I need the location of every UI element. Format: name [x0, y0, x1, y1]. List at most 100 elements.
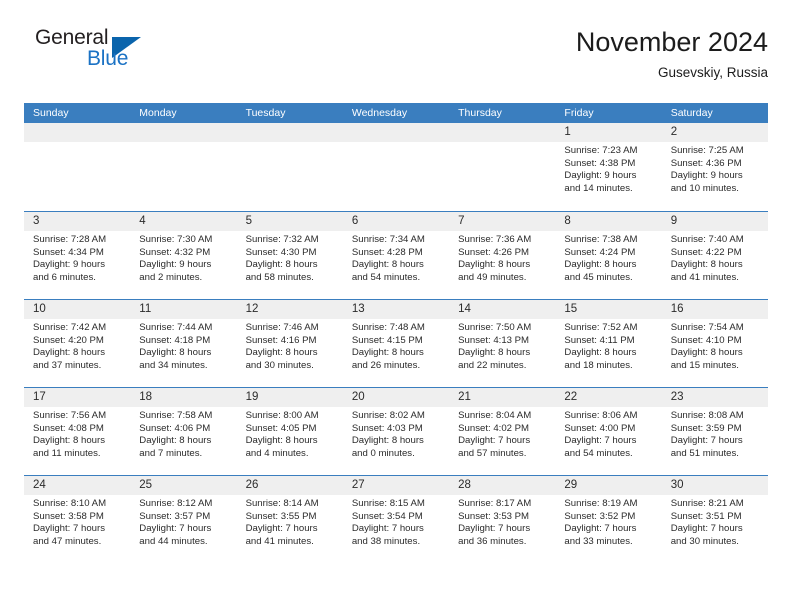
daylight-text-line2: and 34 minutes.	[139, 359, 208, 371]
daylight-text-line1: Daylight: 7 hours	[351, 523, 424, 535]
day-number: 27	[342, 476, 450, 495]
calendar-day-cell[interactable]: 15 Sunrise: 7:52 AM Sunset: 4:11 PM Dayligh…	[555, 300, 662, 387]
day-sun-info: Sunrise: 7:28 AM Sunset: 4:34 PM Daylight:…	[24, 231, 130, 284]
sunrise-text: Sunrise: 8:06 AM	[564, 410, 638, 421]
calendar-day-cell[interactable]: 22 Sunrise: 8:06 AM Sunset: 4:00 PM Dayligh…	[555, 388, 662, 475]
calendar-day-cell[interactable]: 8 Sunrise: 7:38 AM Sunset: 4:24 PM Daylight…	[555, 212, 662, 299]
sunset-text: Sunset: 4:30 PM	[245, 246, 317, 258]
day-sun-info: Sunrise: 8:00 AM Sunset: 4:05 PM Daylight:…	[237, 407, 343, 460]
calendar-day-cell[interactable]: 7 Sunrise: 7:36 AM Sunset: 4:26 PM Daylight…	[449, 212, 556, 299]
sunrise-text: Sunrise: 7:34 AM	[351, 234, 425, 245]
calendar-day-cell[interactable]: 30 Sunrise: 8:21 AM Sunset: 3:51 PM Dayligh…	[661, 476, 768, 563]
sunrise-text: Sunrise: 7:25 AM	[670, 145, 744, 156]
calendar-day-cell[interactable]: 12 Sunrise: 7:46 AM Sunset: 4:16 PM Dayligh…	[236, 300, 343, 387]
daylight-text-line1: Daylight: 7 hours	[139, 523, 212, 535]
sunset-text: Sunset: 4:00 PM	[564, 422, 636, 434]
day-number: 15	[555, 300, 662, 319]
daylight-text-line1: Daylight: 8 hours	[564, 347, 637, 359]
daylight-text-line1: Daylight: 8 hours	[458, 259, 531, 271]
daylight-text-line2: and 54 minutes.	[564, 447, 633, 459]
general-blue-logo[interactable]: General Blue	[24, 26, 264, 86]
calendar-day-cell[interactable]: 3 Sunrise: 7:28 AM Sunset: 4:34 PM Daylight…	[24, 212, 131, 299]
day-sun-info: Sunrise: 7:46 AM Sunset: 4:16 PM Daylight:…	[237, 319, 343, 372]
daylight-text-line2: and 41 minutes.	[245, 535, 314, 547]
calendar-day-cell[interactable]: 9 Sunrise: 7:40 AM Sunset: 4:22 PM Daylight…	[661, 212, 768, 299]
day-number: 23	[661, 388, 768, 407]
calendar-day-cell[interactable]: 21 Sunrise: 8:04 AM Sunset: 4:02 PM Dayligh…	[449, 388, 556, 475]
sunrise-text: Sunrise: 7:56 AM	[33, 410, 107, 421]
calendar-day-cell[interactable]: 25 Sunrise: 8:12 AM Sunset: 3:57 PM Dayligh…	[130, 476, 237, 563]
weekday-header-wednesday: Wednesday	[351, 107, 408, 119]
sunset-text: Sunset: 4:28 PM	[351, 246, 423, 258]
day-number: 5	[236, 212, 343, 231]
daylight-text-line1: Daylight: 7 hours	[458, 523, 531, 535]
daylight-text-line1: Daylight: 8 hours	[139, 435, 212, 447]
page-subtitle-location: Gusevskiy, Russia	[657, 65, 768, 80]
sunrise-text: Sunrise: 8:08 AM	[670, 410, 744, 421]
page-title: November 2024	[575, 27, 768, 57]
calendar-day-cell[interactable]: 19 Sunrise: 8:00 AM Sunset: 4:05 PM Dayligh…	[236, 388, 343, 475]
calendar-day-cell[interactable]: 13 Sunrise: 7:48 AM Sunset: 4:15 PM Dayligh…	[342, 300, 450, 387]
sunset-text: Sunset: 4:32 PM	[139, 246, 211, 258]
calendar-day-cell[interactable]: 6 Sunrise: 7:34 AM Sunset: 4:28 PM Daylight…	[342, 212, 450, 299]
calendar-day-cell[interactable]: 10 Sunrise: 7:42 AM Sunset: 4:20 PM Dayligh…	[24, 300, 131, 387]
day-number: 25	[130, 476, 237, 495]
page-header: General Blue November 2024 Gusevskiy, Ru…	[24, 26, 768, 96]
day-number: 14	[449, 300, 556, 319]
calendar-day-cell[interactable]: 29 Sunrise: 8:19 AM Sunset: 3:52 PM Dayligh…	[555, 476, 662, 563]
daylight-text-line1: Daylight: 7 hours	[670, 523, 743, 535]
day-sun-info: Sunrise: 8:08 AM Sunset: 3:59 PM Daylight:…	[662, 407, 768, 460]
day-number: 17	[24, 388, 131, 407]
day-sun-info: Sunrise: 7:58 AM Sunset: 4:06 PM Daylight:…	[130, 407, 236, 460]
day-sun-info: Sunrise: 8:17 AM Sunset: 3:53 PM Daylight:…	[449, 495, 555, 548]
calendar-day-cell[interactable]: 2 Sunrise: 7:25 AM Sunset: 4:36 PM Daylight…	[661, 123, 768, 211]
daylight-text-line1: Daylight: 7 hours	[245, 523, 318, 535]
sunrise-text: Sunrise: 7:28 AM	[33, 234, 107, 245]
calendar-day-cell[interactable]: 18 Sunrise: 7:58 AM Sunset: 4:06 PM Dayligh…	[130, 388, 237, 475]
daylight-text-line2: and 38 minutes.	[351, 535, 421, 547]
calendar-day-cell[interactable]: 20 Sunrise: 8:02 AM Sunset: 4:03 PM Dayligh…	[342, 388, 450, 475]
calendar-day-cell[interactable]: 5 Sunrise: 7:32 AM Sunset: 4:30 PM Daylight…	[236, 212, 343, 299]
calendar-day-cell[interactable]: 4 Sunrise: 7:30 AM Sunset: 4:32 PM Daylight…	[130, 212, 237, 299]
sunset-text: Sunset: 4:10 PM	[670, 334, 742, 346]
calendar-day-cell[interactable]: 23 Sunrise: 8:08 AM Sunset: 3:59 PM Dayligh…	[661, 388, 768, 475]
calendar-day-cell[interactable]: 1 Sunrise: 7:23 AM Sunset: 4:38 PM Daylight…	[555, 123, 662, 211]
day-number: 24	[24, 476, 131, 495]
calendar-day-cell[interactable]: 14 Sunrise: 7:50 AM Sunset: 4:13 PM Dayligh…	[449, 300, 556, 387]
calendar-day-cell[interactable]: 24 Sunrise: 8:10 AM Sunset: 3:58 PM Dayligh…	[24, 476, 131, 563]
sunrise-text: Sunrise: 7:36 AM	[458, 234, 532, 245]
calendar-day-cell[interactable]: 28 Sunrise: 8:17 AM Sunset: 3:53 PM Dayligh…	[449, 476, 556, 563]
calendar-day-cell[interactable]: 26 Sunrise: 8:14 AM Sunset: 3:55 PM Dayligh…	[236, 476, 343, 563]
day-number: 2	[661, 123, 768, 142]
calendar-day-cell[interactable]: 17 Sunrise: 7:56 AM Sunset: 4:08 PM Dayligh…	[24, 388, 131, 475]
daylight-text-line1: Daylight: 9 hours	[33, 259, 105, 271]
weekday-header-monday: Monday	[139, 107, 177, 119]
calendar-day-cell[interactable]: 16 Sunrise: 7:54 AM Sunset: 4:10 PM Dayligh…	[661, 300, 768, 387]
calendar-day-cell-empty	[130, 123, 237, 211]
sunset-text: Sunset: 4:36 PM	[670, 157, 742, 169]
sunset-text: Sunset: 4:26 PM	[458, 246, 530, 258]
daylight-text-line2: and 0 minutes.	[351, 447, 415, 459]
daylight-text-line1: Daylight: 8 hours	[245, 347, 318, 359]
sunset-text: Sunset: 4:38 PM	[564, 157, 636, 169]
sunrise-text: Sunrise: 8:10 AM	[33, 498, 107, 509]
daylight-text-line1: Daylight: 9 hours	[670, 170, 743, 182]
day-number	[130, 123, 237, 142]
daylight-text-line2: and 36 minutes.	[458, 535, 527, 547]
calendar-day-cell-empty	[24, 123, 131, 211]
daylight-text-line2: and 47 minutes.	[33, 535, 102, 547]
sunset-text: Sunset: 3:53 PM	[458, 510, 530, 522]
calendar-day-cell[interactable]: 27 Sunrise: 8:15 AM Sunset: 3:54 PM Dayligh…	[342, 476, 450, 563]
sunset-text: Sunset: 4:22 PM	[670, 246, 742, 258]
sunset-text: Sunset: 4:03 PM	[351, 422, 423, 434]
sunrise-text: Sunrise: 8:17 AM	[458, 498, 532, 509]
sunset-text: Sunset: 4:13 PM	[458, 334, 530, 346]
calendar-day-cell-empty	[342, 123, 450, 211]
day-sun-info: Sunrise: 8:10 AM Sunset: 3:58 PM Daylight:…	[24, 495, 130, 548]
sunrise-text: Sunrise: 7:40 AM	[670, 234, 744, 245]
day-sun-info: Sunrise: 8:14 AM Sunset: 3:55 PM Daylight:…	[237, 495, 343, 548]
day-number: 8	[555, 212, 662, 231]
daylight-text-line1: Daylight: 8 hours	[670, 259, 743, 271]
calendar-day-cell[interactable]: 11 Sunrise: 7:44 AM Sunset: 4:18 PM Dayligh…	[130, 300, 237, 387]
daylight-text-line1: Daylight: 8 hours	[351, 259, 424, 271]
